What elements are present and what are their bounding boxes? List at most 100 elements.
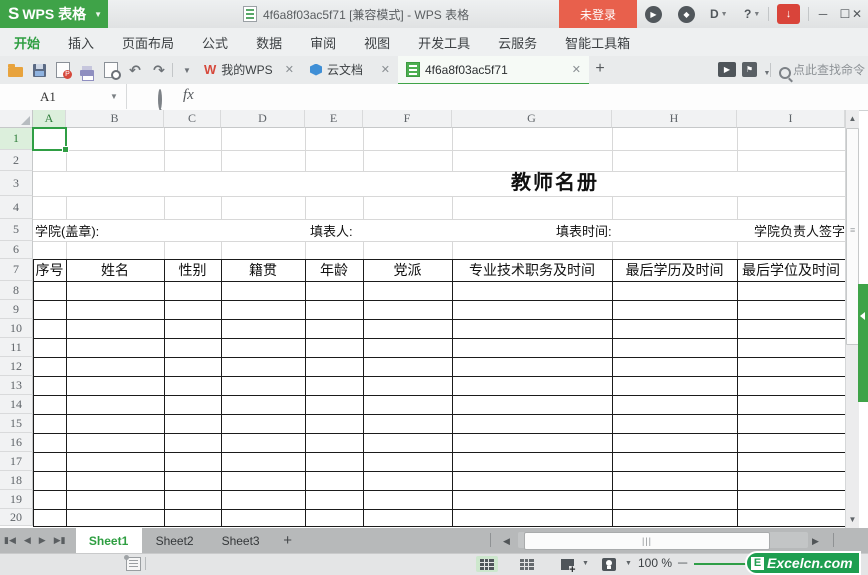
grid-cell[interactable]	[67, 377, 163, 394]
grid-cell[interactable]	[364, 301, 451, 318]
grid-cell[interactable]	[306, 510, 362, 525]
grid-cell[interactable]	[453, 415, 611, 432]
grid-cell[interactable]	[34, 510, 65, 525]
grid-cell[interactable]	[34, 339, 65, 356]
grid-cell[interactable]	[738, 320, 844, 337]
horizontal-scrollbar-thumb[interactable]: |||	[524, 532, 770, 550]
grid-cell[interactable]	[364, 434, 451, 451]
menu-item-5[interactable]: 数据	[242, 28, 296, 56]
wps-logo-button[interactable]: S WPS 表格 ▼	[0, 0, 108, 28]
find-command-box[interactable]: 点此查找命令	[793, 56, 865, 83]
grid-cell[interactable]	[738, 339, 844, 356]
grid-cell[interactable]	[738, 396, 844, 413]
grid-cell[interactable]	[67, 510, 163, 525]
roster-header-cell[interactable]: 最后学历及时间	[613, 260, 736, 280]
grid-cell[interactable]	[222, 491, 304, 508]
row-header-4[interactable]: 4	[0, 196, 33, 219]
scroll-right-icon[interactable]: ▶	[812, 536, 819, 547]
insert-function-button[interactable]: fx	[183, 87, 194, 104]
grid-cell[interactable]	[453, 434, 611, 451]
roster-header-cell[interactable]: 性别	[165, 260, 220, 280]
roster-header-cell[interactable]: 籍贯	[222, 260, 304, 280]
update-icon[interactable]: ◆	[678, 6, 695, 23]
close-tab-icon[interactable]: ✕	[285, 63, 294, 76]
row-header-5[interactable]: 5	[0, 219, 33, 241]
grid-cell[interactable]	[34, 282, 65, 299]
grid-cell[interactable]	[613, 301, 736, 318]
grid-cell[interactable]	[222, 396, 304, 413]
print-preview-icon[interactable]	[102, 61, 120, 79]
grid-cell[interactable]	[34, 377, 65, 394]
spreadsheet-grid[interactable]: ABCDEFGHI1234567891011121314151617181920…	[0, 110, 845, 528]
formula-input[interactable]	[212, 85, 866, 109]
macro-record-icon[interactable]	[126, 557, 141, 571]
grid-cell[interactable]	[613, 491, 736, 508]
grid-cell[interactable]	[34, 320, 65, 337]
grid-cell[interactable]	[165, 339, 220, 356]
zoom-slider[interactable]	[694, 563, 750, 565]
grid-cell[interactable]	[306, 396, 362, 413]
grid-cell[interactable]	[306, 491, 362, 508]
grid-cell[interactable]	[364, 358, 451, 375]
grid-cell[interactable]	[613, 510, 736, 525]
grid-cell[interactable]	[165, 434, 220, 451]
grid-cell[interactable]	[165, 491, 220, 508]
row-header-17[interactable]: 17	[0, 452, 33, 471]
open-file-icon[interactable]	[6, 61, 24, 79]
add-sheet-button[interactable]: +	[274, 528, 302, 553]
grid-cell[interactable]	[453, 282, 611, 299]
scroll-up-icon[interactable]: ▲	[846, 114, 859, 123]
grid-cell[interactable]	[613, 434, 736, 451]
grid-cell[interactable]	[738, 434, 844, 451]
undo-icon[interactable]: ↶	[126, 61, 144, 79]
menu-item-2[interactable]: 插入	[54, 28, 108, 56]
grid-cell[interactable]	[222, 453, 304, 470]
grid-cell[interactable]	[738, 453, 844, 470]
magnifier-icon[interactable]	[158, 91, 162, 109]
grid-cell[interactable]	[222, 282, 304, 299]
grid-cell[interactable]	[222, 377, 304, 394]
grid-cell[interactable]	[222, 339, 304, 356]
login-button[interactable]: 未登录	[559, 0, 637, 28]
grid-cell[interactable]	[222, 434, 304, 451]
grid-cell[interactable]	[453, 396, 611, 413]
grid-cell[interactable]	[306, 472, 362, 489]
roster-header-cell[interactable]: 最后学位及时间	[738, 260, 844, 280]
roster-header-cell[interactable]: 专业技术职务及时间	[453, 260, 611, 280]
grid-cell[interactable]	[613, 396, 736, 413]
flag-menu-icon[interactable]: ⚑	[742, 62, 757, 77]
row-header-12[interactable]: 12	[0, 357, 33, 376]
grid-cell[interactable]	[613, 415, 736, 432]
grid-cell[interactable]	[67, 320, 163, 337]
grid-cell[interactable]	[453, 491, 611, 508]
grid-cell[interactable]	[165, 301, 220, 318]
export-pdf-icon[interactable]: P	[54, 61, 72, 79]
roster-header-cell[interactable]: 年龄	[306, 260, 362, 280]
grid-cell[interactable]	[165, 282, 220, 299]
grid-cell[interactable]	[364, 510, 451, 525]
grid-cell[interactable]	[738, 358, 844, 375]
row-header-9[interactable]: 9	[0, 300, 33, 319]
grid-cell[interactable]	[165, 377, 220, 394]
video-tutorial-icon[interactable]: ▶	[718, 62, 736, 77]
grid-cell[interactable]	[222, 301, 304, 318]
row-header-20[interactable]: 20	[0, 509, 33, 526]
grid-cell[interactable]	[453, 358, 611, 375]
menu-item-7[interactable]: 视图	[350, 28, 404, 56]
grid-cell[interactable]	[34, 491, 65, 508]
grid-cell[interactable]	[453, 320, 611, 337]
row-header-16[interactable]: 16	[0, 433, 33, 452]
grid-cell[interactable]	[67, 339, 163, 356]
normal-view-icon[interactable]	[476, 556, 498, 572]
menu-item-3[interactable]: 页面布局	[108, 28, 188, 56]
close-tab-icon[interactable]: ✕	[572, 63, 581, 76]
column-header-H[interactable]: H	[612, 110, 737, 128]
grid-cell[interactable]	[67, 301, 163, 318]
grid-cell[interactable]	[364, 415, 451, 432]
close-button[interactable]: ✕	[846, 0, 868, 28]
row-header-10[interactable]: 10	[0, 319, 33, 338]
grid-cell[interactable]	[453, 301, 611, 318]
grid-cell[interactable]	[67, 453, 163, 470]
grid-cell[interactable]	[165, 453, 220, 470]
row-header-2[interactable]: 2	[0, 150, 33, 171]
